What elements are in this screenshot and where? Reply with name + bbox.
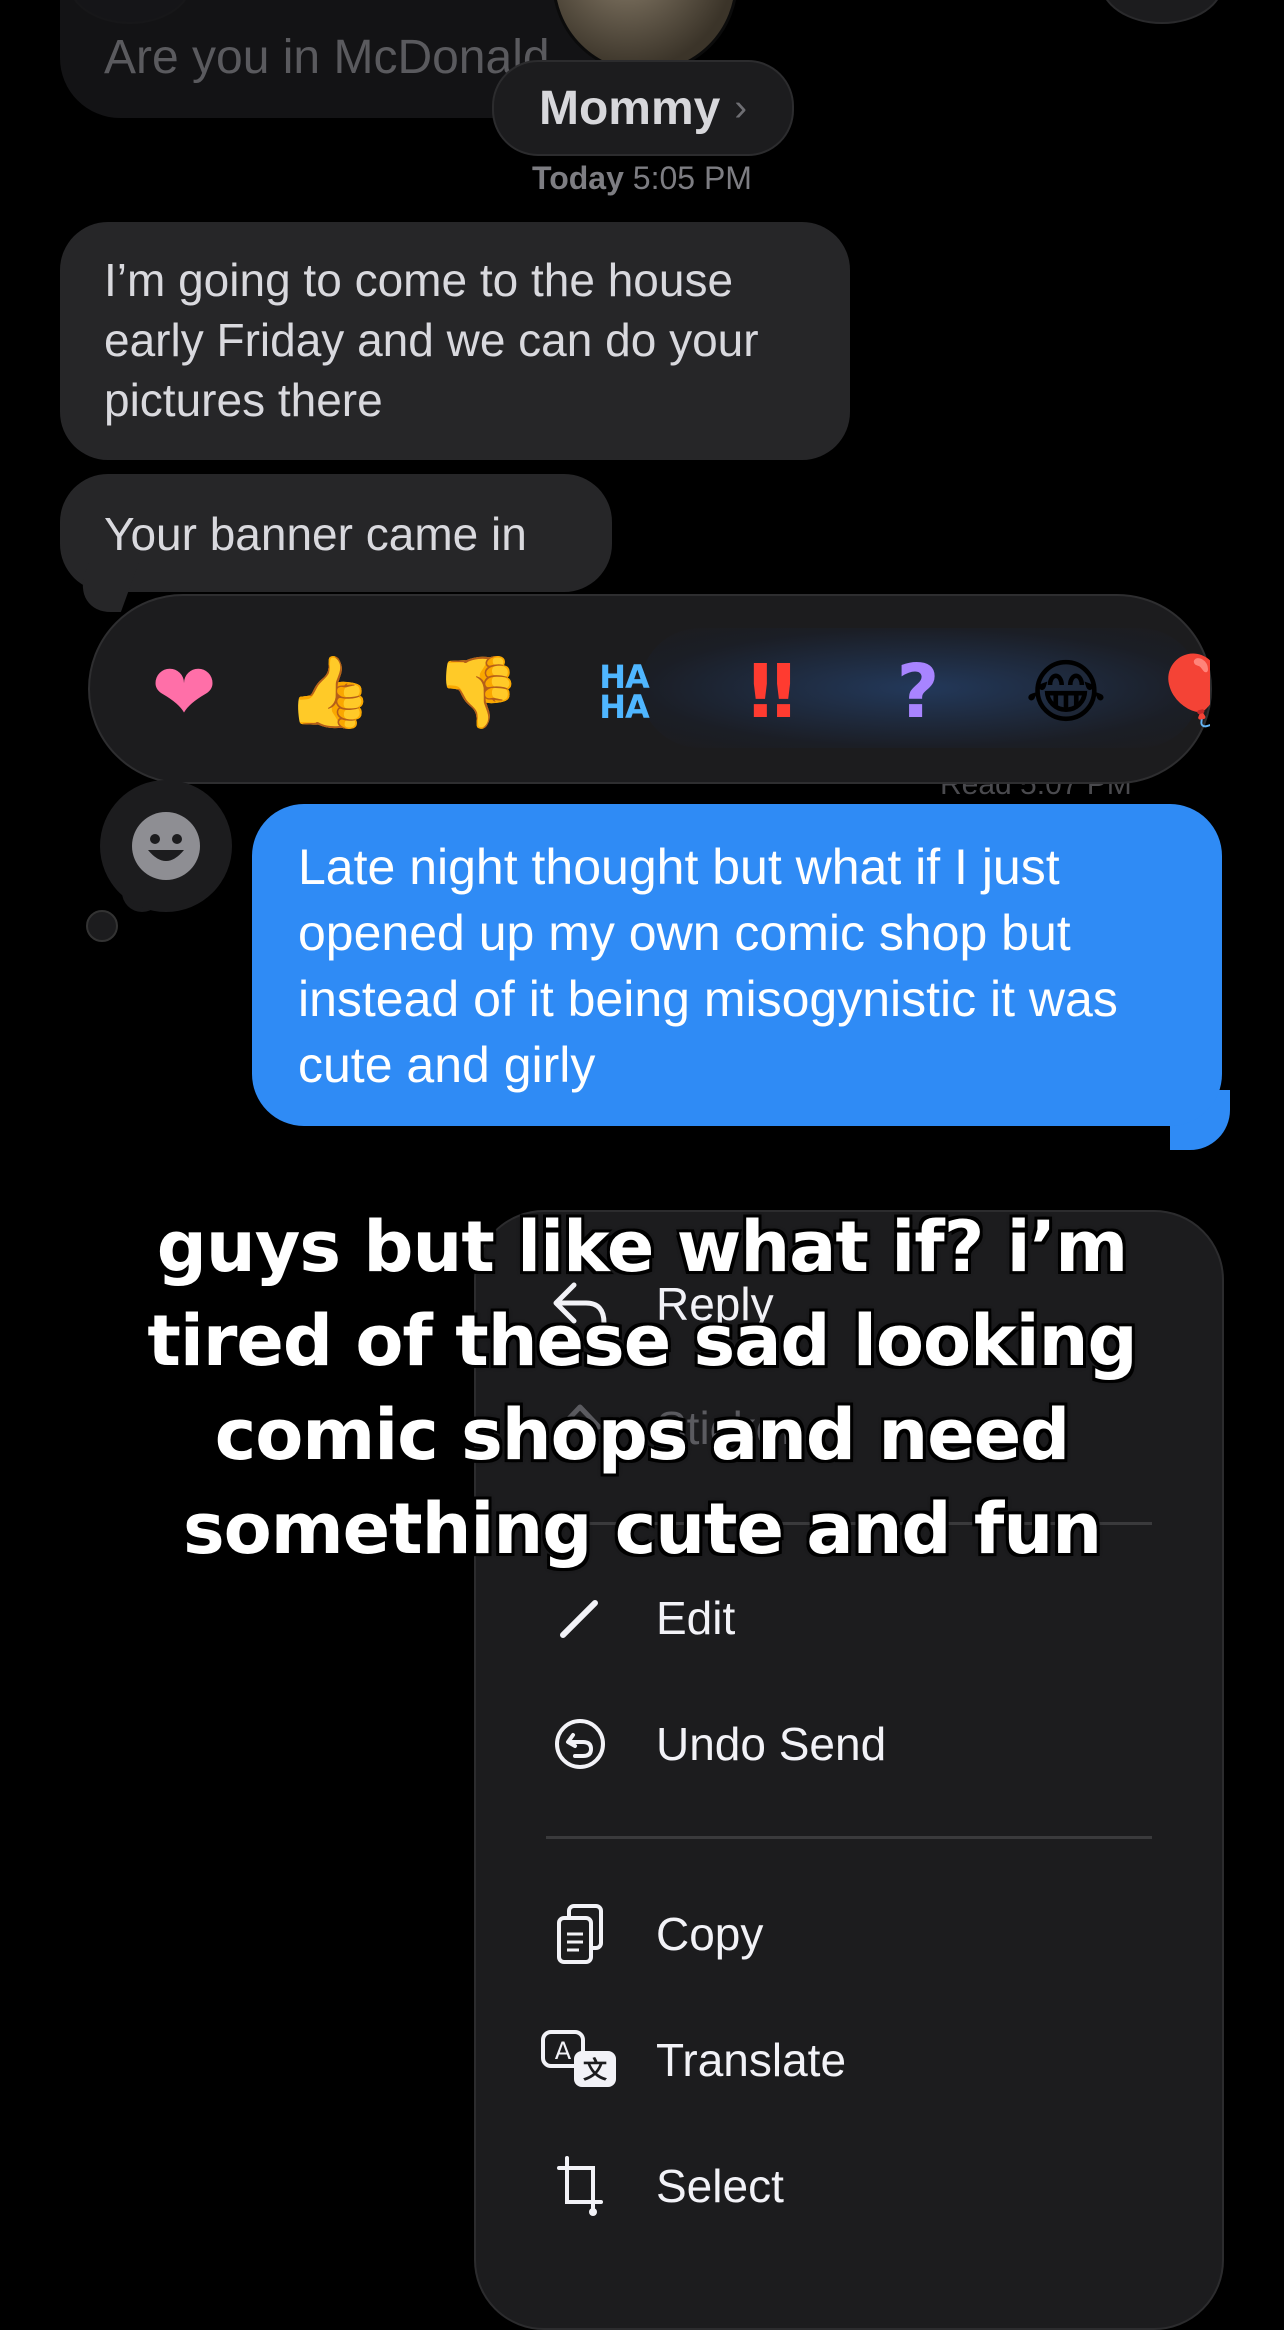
balloon-reaction-icon[interactable]: 🎈 <box>1150 650 1210 734</box>
thumbs-down-reaction-icon[interactable]: 👎 <box>428 650 528 734</box>
haha-reaction-icon[interactable]: HA HA <box>574 650 674 734</box>
menu-item-label: Edit <box>656 1592 736 1644</box>
timestamp-time: 5:05 PM <box>632 160 752 196</box>
previous-message-text: Are you in McDonald <box>104 31 550 84</box>
translate-icon: A文 <box>540 2020 620 2100</box>
menu-item-label: Undo Send <box>656 1718 887 1770</box>
menu-item-edit[interactable]: Edit <box>540 1578 1160 1658</box>
laughing-reaction-icon[interactable]: 😂 <box>1016 650 1116 734</box>
outgoing-message-bubble[interactable]: Late night thought but what if I just op… <box>252 804 1222 1126</box>
menu-item-label: Translate <box>656 2034 847 2086</box>
menu-item-label: Select <box>656 2160 784 2212</box>
menu-item-select[interactable]: Select <box>540 2146 1160 2226</box>
add-reaction-button[interactable] <box>100 780 232 912</box>
thumbs-up-reaction-icon[interactable]: 👍 <box>280 650 380 734</box>
smiley-add-icon <box>132 812 200 880</box>
menu-item-undo-send[interactable]: Undo Send <box>540 1704 1160 1784</box>
question-reaction-icon[interactable]: ? <box>868 650 968 734</box>
menu-divider <box>546 1836 1152 1839</box>
pencil-icon <box>540 1578 620 1658</box>
haha-label: HA HA <box>599 658 650 726</box>
incoming-message-bubble[interactable]: Your banner came in <box>60 474 612 592</box>
menu-item-translate[interactable]: A文 Translate <box>540 2020 1160 2100</box>
partial-avatar-right <box>1100 0 1224 24</box>
svg-text:文: 文 <box>583 2056 608 2084</box>
add-reaction-connector-dot <box>86 910 118 942</box>
copy-icon <box>540 1894 620 1974</box>
chevron-right-icon: › <box>734 86 747 129</box>
timestamp-day: Today <box>532 160 624 196</box>
menu-item-copy[interactable]: Copy <box>540 1894 1160 1974</box>
select-crop-icon <box>540 2146 620 2226</box>
contact-name-button[interactable]: Mommy › <box>492 60 794 156</box>
video-caption-overlay: guys but like what if? i’m tired of thes… <box>147 1206 1137 1570</box>
heart-reaction-icon[interactable]: ❤ <box>134 650 234 734</box>
contact-name: Mommy <box>538 81 721 135</box>
incoming-message-bubble[interactable]: I’m going to come to the house early Fri… <box>60 222 850 460</box>
message-timestamp: Today 5:05 PM <box>0 160 1284 197</box>
undo-icon <box>540 1704 620 1784</box>
svg-text:A: A <box>555 2037 572 2065</box>
emphasis-reaction-icon[interactable]: ‼ <box>722 650 822 734</box>
menu-item-label: Copy <box>656 1908 764 1960</box>
